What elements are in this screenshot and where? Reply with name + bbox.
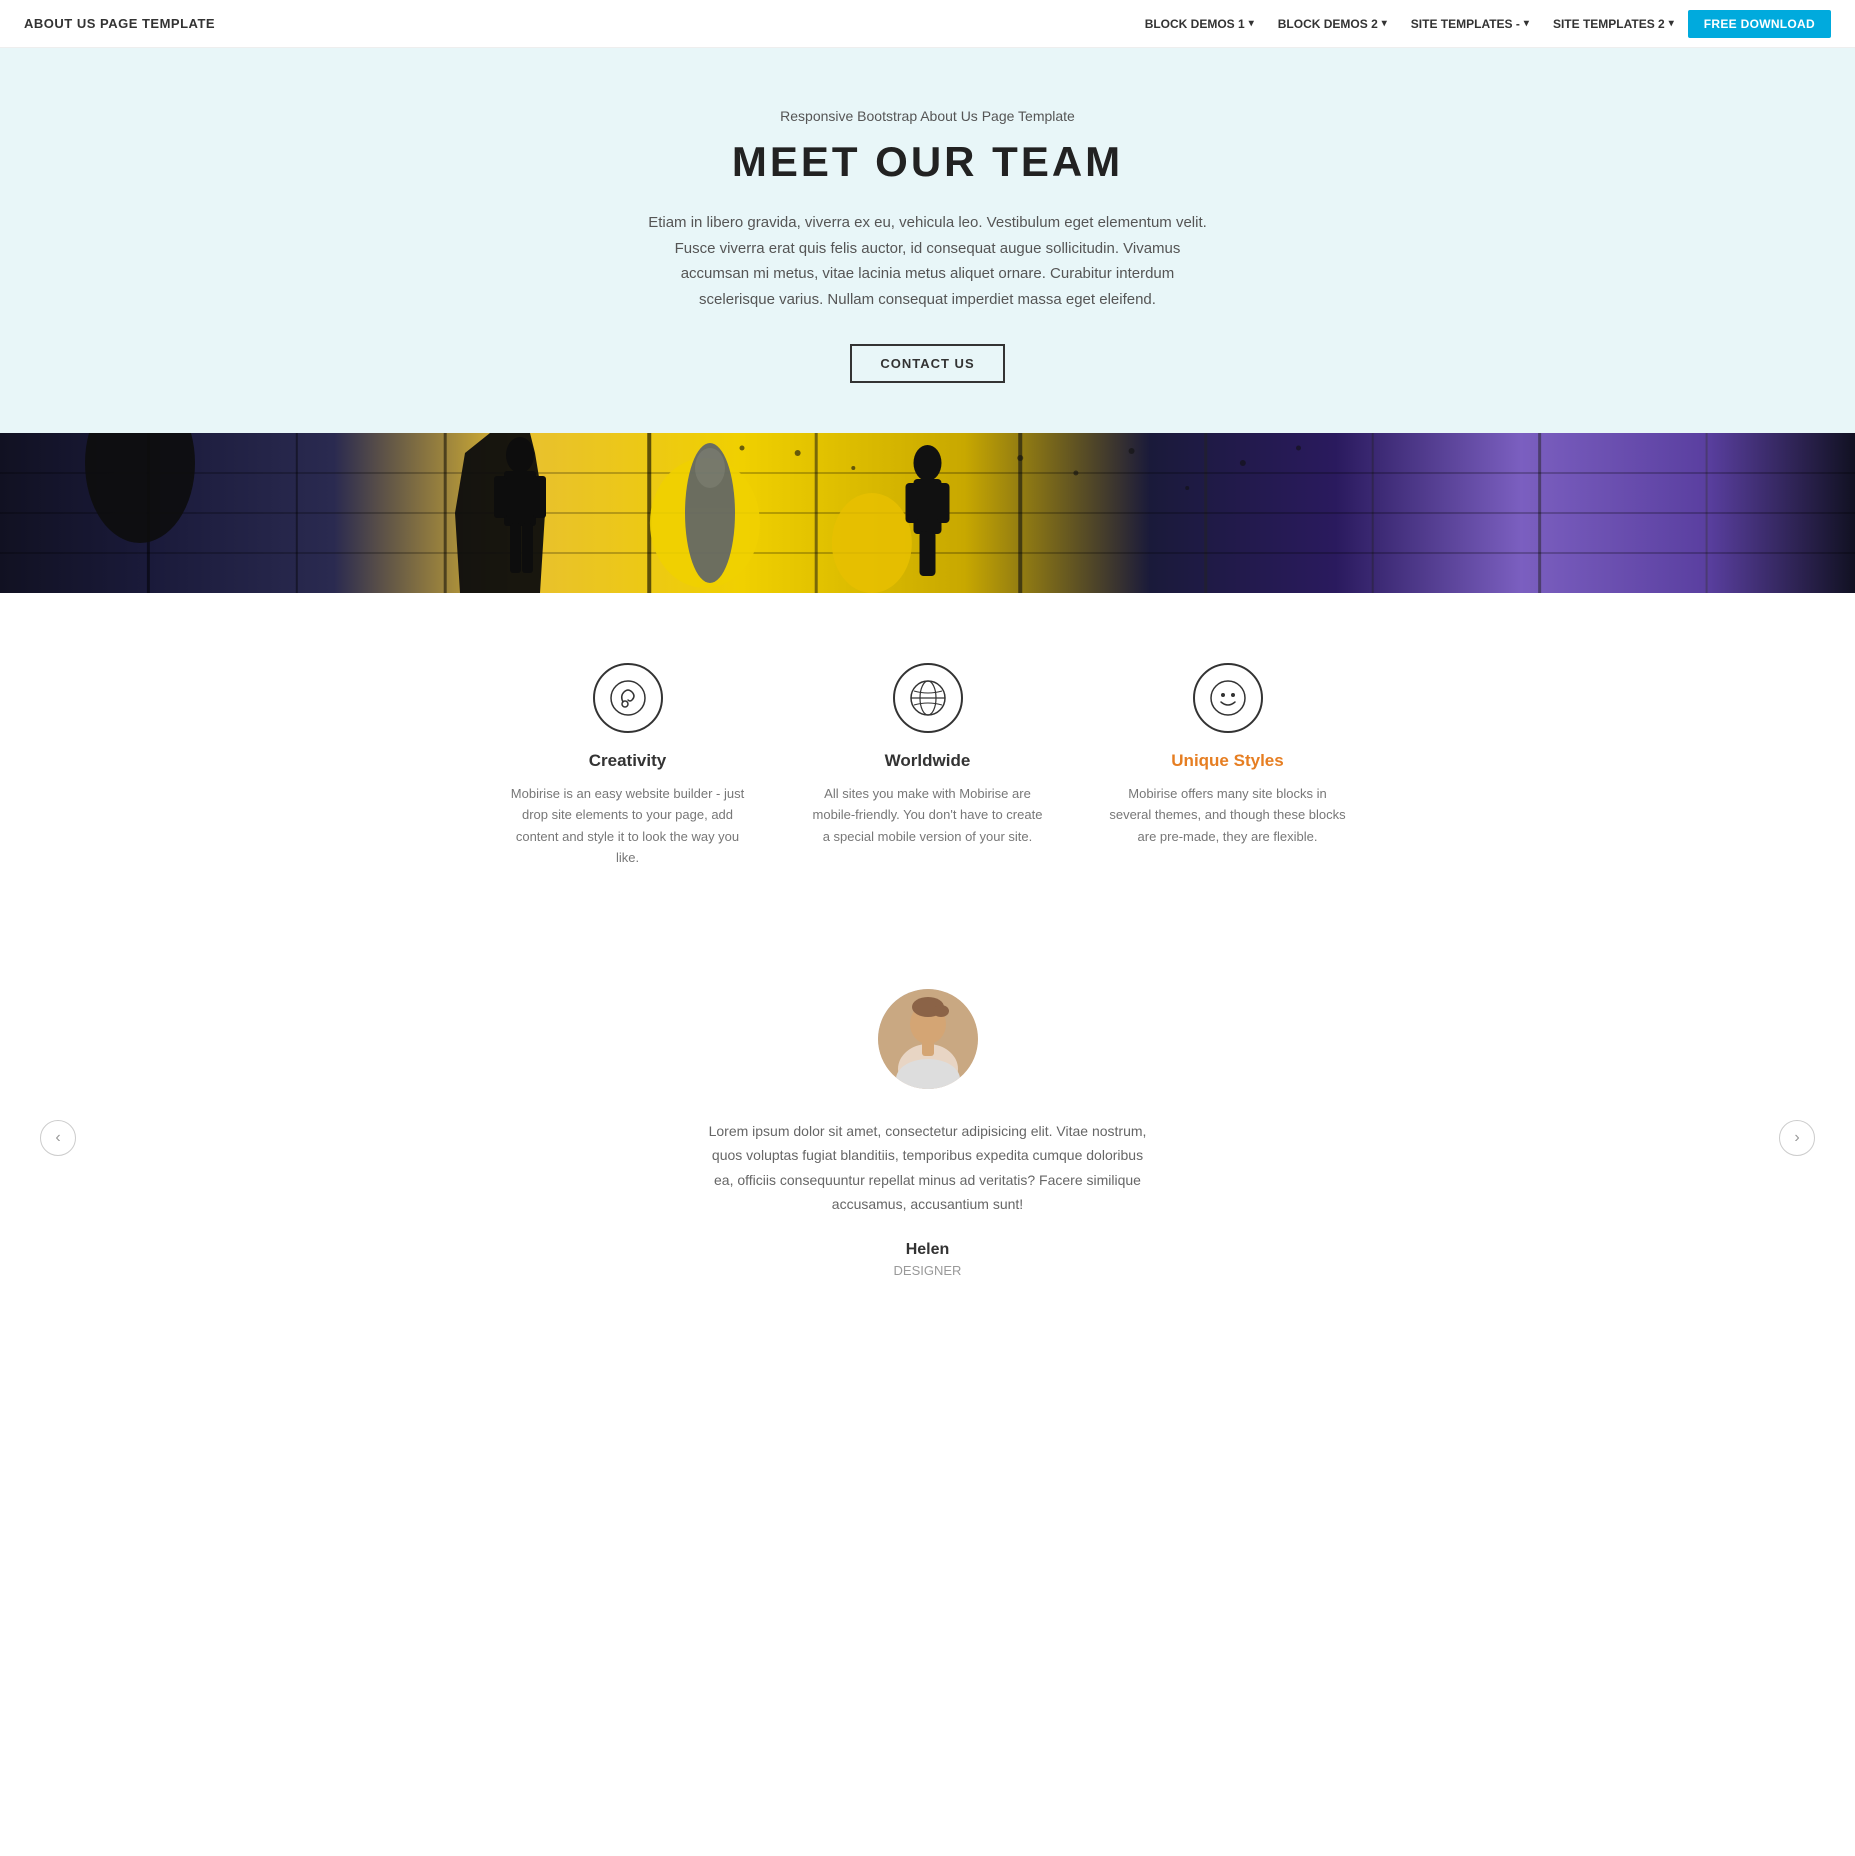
banner-image: [0, 433, 1855, 593]
navbar: ABOUT US PAGE TEMPLATE BLOCK DEMOS 1 ▾ B…: [0, 0, 1855, 48]
hero-title: MEET OUR TEAM: [20, 138, 1835, 186]
chevron-down-icon: ▾: [1249, 18, 1254, 29]
chevron-down-icon: ▾: [1524, 18, 1529, 29]
chevron-down-icon: ▾: [1669, 18, 1674, 29]
feature-unique-styles: Unique Styles Mobirise offers many site …: [1108, 663, 1348, 869]
feature-creativity-title: Creativity: [589, 751, 666, 771]
chevron-down-icon: ▾: [1382, 18, 1387, 29]
nav-site-templates-2[interactable]: SITE TEMPLATES 2 ▾: [1543, 11, 1684, 37]
testimonial-prev-button[interactable]: ‹: [40, 1120, 76, 1156]
navbar-nav: BLOCK DEMOS 1 ▾ BLOCK DEMOS 2 ▾ SITE TEM…: [1135, 10, 1831, 38]
creativity-icon: [593, 663, 663, 733]
nav-site-templates-1[interactable]: SITE TEMPLATES - ▾: [1401, 11, 1539, 37]
free-download-button[interactable]: FREE DOWNLOAD: [1688, 10, 1831, 38]
avatar: [878, 989, 978, 1089]
nav-block-demos-1[interactable]: BLOCK DEMOS 1 ▾: [1135, 11, 1264, 37]
hero-body: Etiam in libero gravida, viverra ex eu, …: [648, 210, 1208, 312]
feature-worldwide-title: Worldwide: [885, 751, 971, 771]
avatar-image: [878, 989, 978, 1089]
feature-unique-styles-desc: Mobirise offers many site blocks in seve…: [1108, 783, 1348, 847]
unique-styles-icon: [1193, 663, 1263, 733]
hero-section: Responsive Bootstrap About Us Page Templ…: [0, 48, 1855, 433]
testimonial-text: Lorem ipsum dolor sit amet, consectetur …: [708, 1119, 1148, 1217]
nav-block-demos-2[interactable]: BLOCK DEMOS 2 ▾: [1268, 11, 1397, 37]
feature-creativity: Creativity Mobirise is an easy website b…: [508, 663, 748, 869]
contact-us-button[interactable]: CONTACT US: [850, 344, 1004, 383]
worldwide-icon: [893, 663, 963, 733]
testimonial-next-button[interactable]: ›: [1779, 1120, 1815, 1156]
feature-unique-styles-title: Unique Styles: [1171, 751, 1283, 771]
testimonial-name: Helen: [20, 1241, 1835, 1259]
banner-svg: [0, 433, 1855, 593]
navbar-brand[interactable]: ABOUT US PAGE TEMPLATE: [24, 16, 215, 31]
feature-worldwide: Worldwide All sites you make with Mobiri…: [808, 663, 1048, 869]
hero-subtitle: Responsive Bootstrap About Us Page Templ…: [20, 108, 1835, 124]
testimonial-section: Lorem ipsum dolor sit amet, consectetur …: [0, 929, 1855, 1348]
feature-worldwide-desc: All sites you make with Mobirise are mob…: [808, 783, 1048, 847]
features-grid: Creativity Mobirise is an easy website b…: [40, 663, 1815, 869]
feature-creativity-desc: Mobirise is an easy website builder - ju…: [508, 783, 748, 869]
testimonial-role: DESIGNER: [20, 1263, 1835, 1278]
features-section: Creativity Mobirise is an easy website b…: [0, 593, 1855, 929]
